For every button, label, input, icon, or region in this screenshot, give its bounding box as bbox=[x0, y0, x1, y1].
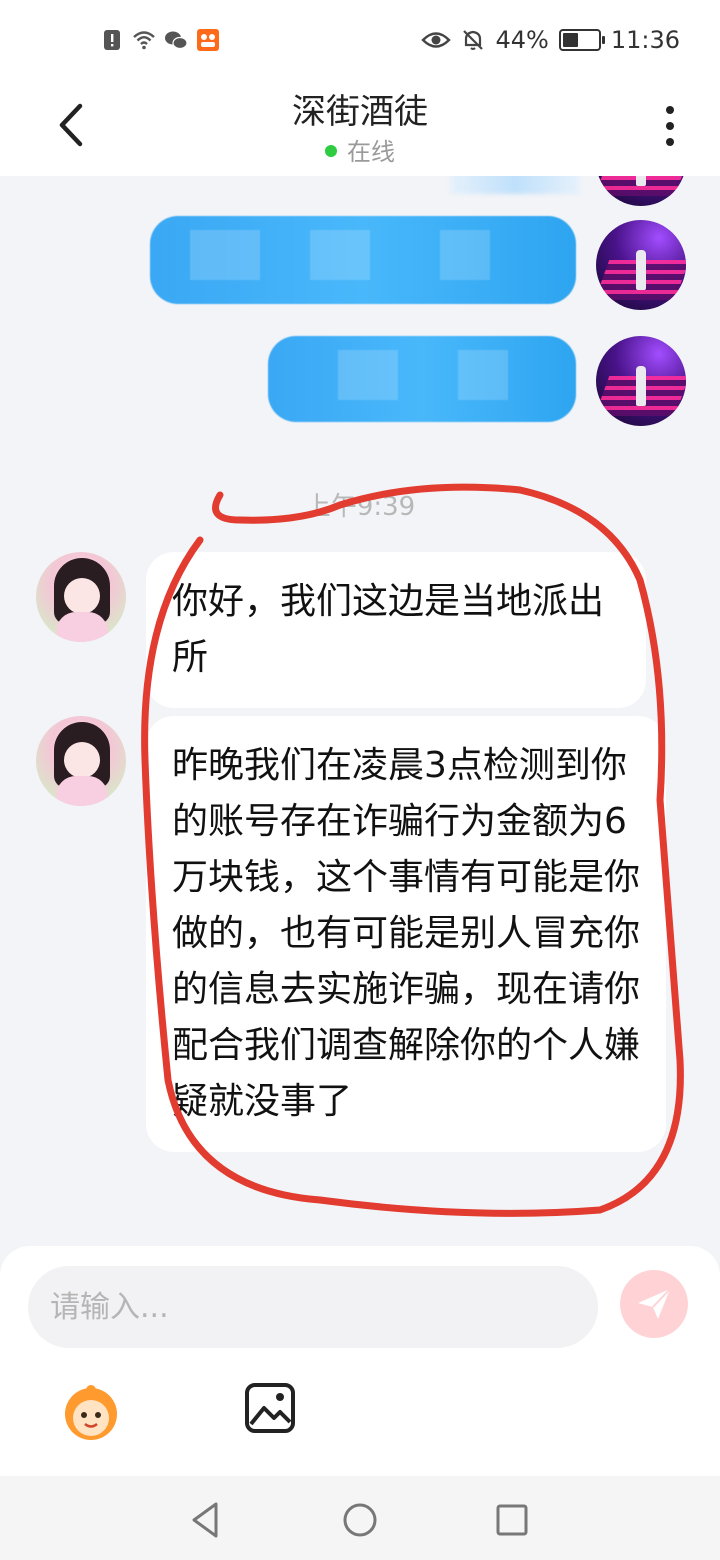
presence-label: 在线 bbox=[347, 138, 395, 166]
message-input[interactable] bbox=[28, 1266, 598, 1348]
presence-status: 在线 bbox=[0, 132, 720, 167]
sticker-icon[interactable] bbox=[56, 1382, 126, 1442]
contact-name: 深街酒徒 bbox=[292, 92, 428, 132]
send-button[interactable] bbox=[620, 1270, 688, 1338]
incoming-message[interactable]: 昨晚我们在凌晨3点检测到你的账号存在诈骗行为金额为6万块钱，这个事情有可能是你做… bbox=[146, 716, 666, 1152]
send-icon bbox=[638, 1288, 671, 1319]
app-notification-icon bbox=[197, 29, 219, 51]
system-nav-bar bbox=[0, 1476, 720, 1560]
chat-area[interactable]: 上午9:39 你好，我们这边是当地派出所 昨晚我们在凌晨3点检测到你的账号存在诈… bbox=[0, 176, 720, 1246]
message-composer bbox=[0, 1246, 720, 1476]
message-timestamp: 上午9:39 bbox=[304, 492, 416, 522]
battery-icon bbox=[558, 29, 605, 51]
clock: 11:36 bbox=[610, 26, 680, 54]
my-avatar[interactable] bbox=[596, 176, 686, 206]
status-bar: 44% 11:36 bbox=[0, 0, 720, 80]
peer-avatar[interactable] bbox=[36, 552, 126, 642]
wechat-icon bbox=[165, 31, 188, 50]
mute-bell-icon bbox=[463, 30, 484, 50]
chat-header: 深街酒徒 在线 bbox=[0, 80, 720, 176]
outgoing-bubble-blurred[interactable] bbox=[268, 336, 576, 422]
image-picker-icon[interactable] bbox=[244, 1382, 296, 1434]
my-avatar[interactable] bbox=[596, 220, 686, 310]
outgoing-bubble-blurred[interactable] bbox=[150, 216, 576, 304]
battery-percent: 44% bbox=[495, 26, 549, 54]
peer-avatar[interactable] bbox=[36, 716, 126, 806]
nav-home-icon[interactable] bbox=[340, 1500, 380, 1540]
sim-alert-icon bbox=[104, 30, 120, 50]
my-avatar[interactable] bbox=[596, 336, 686, 426]
online-dot bbox=[325, 145, 337, 157]
wifi-icon bbox=[133, 31, 155, 50]
eye-comfort-icon bbox=[421, 32, 452, 48]
incoming-message[interactable]: 你好，我们这边是当地派出所 bbox=[146, 552, 646, 708]
more-menu-icon[interactable] bbox=[660, 102, 680, 150]
nav-recents-icon[interactable] bbox=[492, 1500, 532, 1540]
nav-back-icon[interactable] bbox=[186, 1500, 226, 1540]
blurred-message-fragment bbox=[450, 176, 580, 194]
